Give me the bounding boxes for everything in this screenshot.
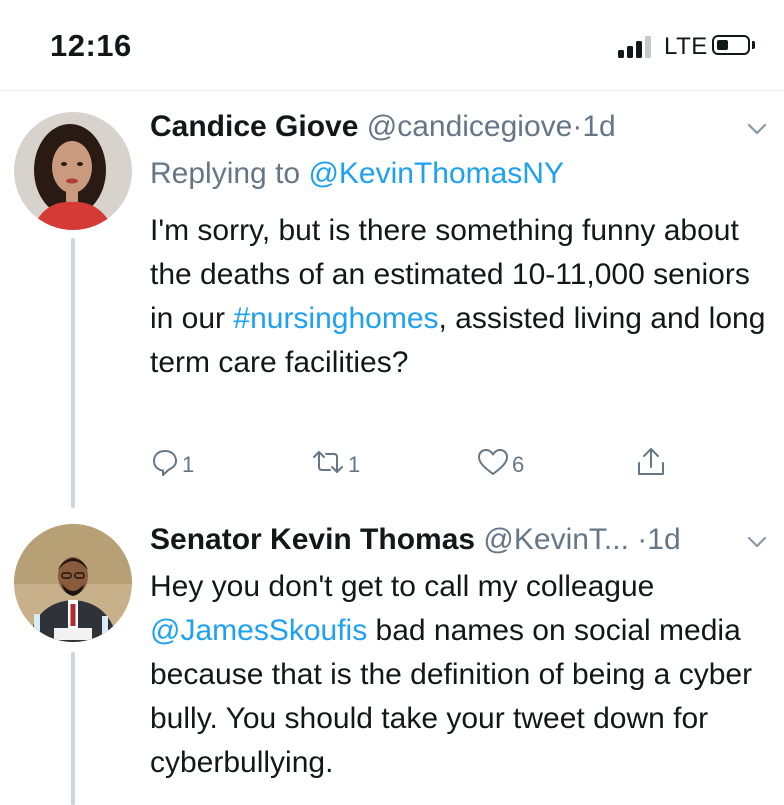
share-button[interactable] [634, 442, 668, 482]
retweet-button[interactable]: 1 [310, 442, 360, 482]
tweet-header: Senator Kevin Thomas @KevinT... ·1d [150, 523, 754, 557]
battery-icon [712, 35, 750, 55]
separator-dot: · [572, 110, 583, 143]
thread-line [71, 238, 75, 508]
like-count: 6 [512, 452, 525, 477]
reply-button[interactable]: 1 [150, 442, 194, 482]
separator-dot: · [637, 523, 648, 556]
display-name[interactable]: Candice Giove [150, 110, 358, 143]
like-icon [478, 449, 508, 475]
tweet-kevin-thomas[interactable]: Senator Kevin Thomas @KevinT... ·1d Hey … [0, 510, 784, 805]
replying-to-label: Replying to [150, 157, 309, 190]
tweet-header: Candice Giove @candicegiove·1d [150, 110, 754, 144]
hashtag-link[interactable]: #nursinghomes [233, 302, 438, 335]
tweet-text-part: Hey you don't get to call my colleague [150, 570, 655, 603]
display-name[interactable]: Senator Kevin Thomas [150, 523, 475, 556]
handle[interactable]: @KevinT... [483, 523, 629, 556]
like-button[interactable]: 6 [476, 442, 524, 482]
network-type: LTE [664, 33, 708, 60]
avatar[interactable] [14, 524, 132, 642]
tweet-candice-giove[interactable]: Candice Giove @candicegiove·1d Replying … [0, 90, 784, 510]
mention-link[interactable]: @JamesSkoufis [150, 614, 367, 647]
timestamp[interactable]: 1d [647, 523, 680, 556]
thread-line [71, 652, 75, 805]
signal-icon [618, 36, 658, 58]
tweet-actions: 1 1 6 [150, 442, 710, 482]
replying-to-handle[interactable]: @KevinThomasNY [308, 157, 564, 190]
chevron-down-icon[interactable] [744, 529, 770, 555]
share-icon [638, 448, 664, 475]
handle[interactable]: @candicegiove [367, 110, 573, 143]
avatar[interactable] [14, 112, 132, 230]
reply-count: 1 [182, 452, 195, 477]
status-bar: 12:16 LTE [0, 0, 784, 91]
retweet-count: 1 [348, 452, 361, 477]
tweet-text: Hey you don't get to call my colleague @… [150, 565, 770, 785]
retweet-icon [313, 451, 343, 473]
timestamp[interactable]: 1d [582, 110, 615, 143]
battery-tip [752, 41, 755, 49]
status-time: 12:16 [50, 28, 132, 63]
replying-to: Replying to @KevinThomasNY [150, 157, 564, 191]
chevron-down-icon[interactable] [744, 116, 770, 142]
tweet-text: I'm sorry, but is there something funny … [150, 209, 770, 385]
reply-icon [153, 450, 177, 476]
